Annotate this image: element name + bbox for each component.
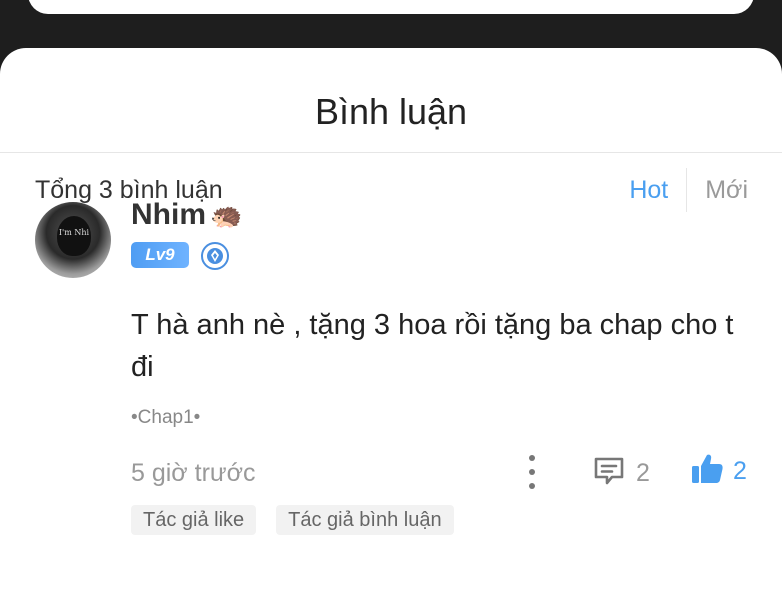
comment-bubble-icon [592,454,626,493]
hedgehog-emoji-icon: 🦔 [210,200,243,230]
dot [529,469,535,475]
comment-username[interactable]: Nhim 🦔 [131,196,242,234]
tag-list: Tác giả like Tác giả bình luận [131,505,454,535]
avatar-mask: I'm Nhi [57,216,91,256]
like-button[interactable]: 2 [689,452,747,490]
diamond-rank-icon [201,242,229,270]
top-card [28,0,754,14]
sort-divider [686,168,688,212]
username-text: Nhim [131,198,206,231]
comment-time: 5 giờ trước [131,459,256,487]
reply-button[interactable]: 2 [592,454,650,492]
comment-body: T hà anh nè , tặng 3 hoa rồi tặng ba cha… [131,309,734,383]
tag-author-liked: Tác giả like [131,505,257,535]
tag-author-commented: Tác giả bình luận [276,505,454,535]
reply-count: 2 [636,458,650,487]
sort-new-button[interactable]: Mới [705,176,748,205]
dot [529,483,535,489]
avatar-text: I'm Nhi [58,228,90,237]
like-count: 2 [733,456,747,485]
avatar[interactable]: I'm Nhi [35,202,111,278]
sort-hot-button[interactable]: Hot [629,176,668,205]
divider [0,152,782,153]
sheet-title: Bình luận [314,91,468,132]
dot [529,455,535,461]
thumbs-up-icon [689,451,725,492]
level-badge: Lv9 [131,242,189,268]
chapter-link[interactable]: •Chap1• [131,406,200,430]
sort-toggle: Hot Mới [629,168,748,212]
more-vertical-icon[interactable] [522,455,542,489]
